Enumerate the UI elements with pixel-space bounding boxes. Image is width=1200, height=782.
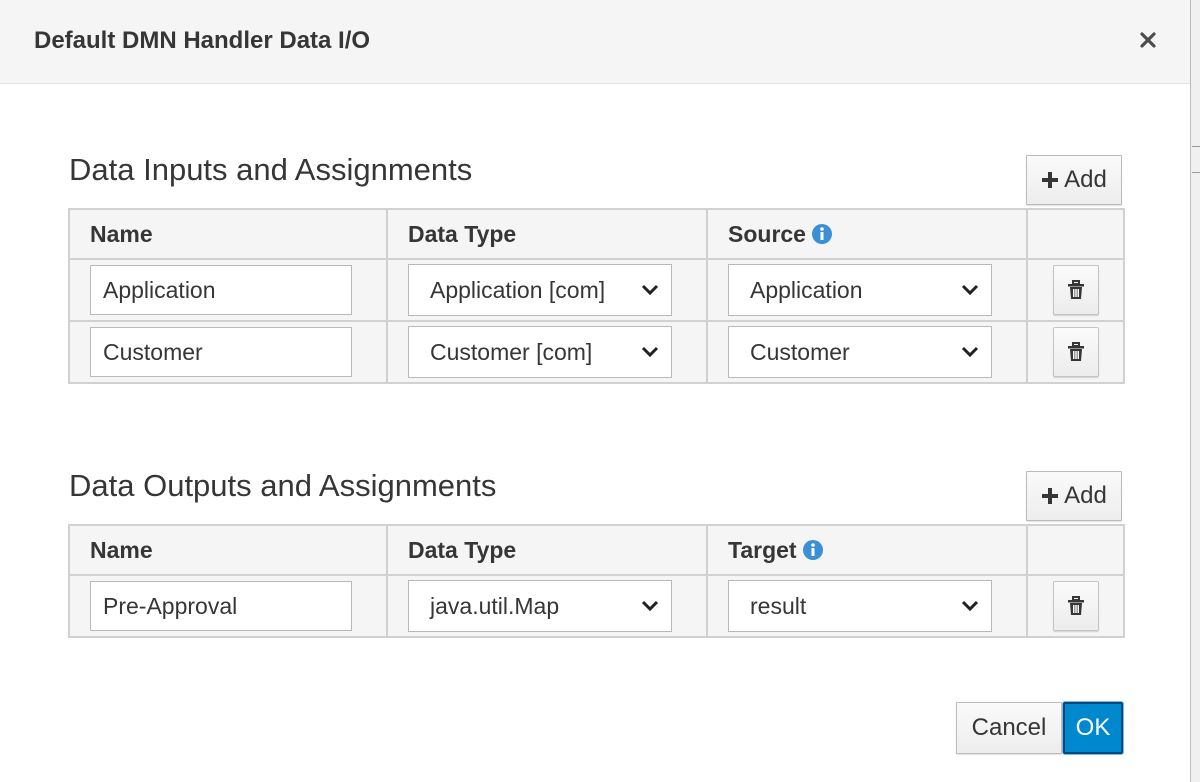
inputs-section-title: Data Inputs and Assignments xyxy=(69,152,473,187)
table-row: Customer [com] Customer xyxy=(68,320,1125,384)
column-header-actions xyxy=(1026,208,1125,260)
select-value: Application [com] xyxy=(430,276,606,303)
input-source-select[interactable]: Application xyxy=(728,264,992,316)
column-header-name: Name xyxy=(68,524,388,576)
column-header-data-type: Data Type xyxy=(386,208,708,260)
select-value: Customer xyxy=(750,338,850,365)
inputs-table: Name Data Type Source Application [com] … xyxy=(68,208,1125,384)
background-divider xyxy=(1192,172,1200,173)
info-icon[interactable] xyxy=(802,539,823,560)
column-header-target-label: Target xyxy=(728,536,797,563)
column-header-name: Name xyxy=(68,208,388,260)
input-data-type-select[interactable]: Application [com] xyxy=(408,264,672,316)
column-header-source: Source xyxy=(706,208,1028,260)
table-header-row: Name Data Type Target xyxy=(68,524,1125,576)
background-divider xyxy=(1192,146,1200,147)
chevron-down-icon xyxy=(961,284,979,296)
cancel-button[interactable]: Cancel xyxy=(956,702,1062,754)
trash-icon xyxy=(1067,280,1084,299)
delete-row-button[interactable] xyxy=(1052,265,1099,315)
plus-icon xyxy=(1042,172,1059,188)
trash-icon xyxy=(1067,596,1084,615)
outputs-section-title: Data Outputs and Assignments xyxy=(69,468,497,503)
plus-icon xyxy=(1042,488,1059,504)
add-input-label: Add xyxy=(1064,166,1107,193)
table-row: Application [com] Application xyxy=(68,258,1125,322)
select-value: result xyxy=(750,592,807,619)
table-header-row: Name Data Type Source xyxy=(68,208,1125,260)
input-source-select[interactable]: Customer xyxy=(728,326,992,378)
chevron-down-icon xyxy=(641,600,659,612)
output-target-select[interactable]: result xyxy=(728,580,992,632)
column-header-data-type: Data Type xyxy=(386,524,708,576)
dialog-title: Default DMN Handler Data I/O xyxy=(34,27,371,54)
column-header-target: Target xyxy=(706,524,1028,576)
close-icon xyxy=(1140,32,1156,48)
output-data-type-select[interactable]: java.util.Map xyxy=(408,580,672,632)
chevron-down-icon xyxy=(641,346,659,358)
column-header-source-label: Source xyxy=(728,220,806,247)
select-value: Customer [com] xyxy=(430,338,593,365)
chevron-down-icon xyxy=(641,284,659,296)
chevron-down-icon xyxy=(961,600,979,612)
add-input-button[interactable]: Add xyxy=(1026,155,1122,205)
input-name-field[interactable] xyxy=(90,265,352,315)
chevron-down-icon xyxy=(961,346,979,358)
info-icon[interactable] xyxy=(811,223,832,244)
modal-dialog: Default DMN Handler Data I/O Data Inputs… xyxy=(0,0,1191,782)
delete-row-button[interactable] xyxy=(1052,581,1099,631)
ok-button[interactable]: OK xyxy=(1063,702,1123,754)
input-data-type-select[interactable]: Customer [com] xyxy=(408,326,672,378)
outputs-table: Name Data Type Target java.util.Map resu… xyxy=(68,524,1125,638)
input-name-field[interactable] xyxy=(90,327,352,377)
output-name-field[interactable] xyxy=(90,581,352,631)
modal-header: Default DMN Handler Data I/O xyxy=(0,0,1190,84)
close-button[interactable] xyxy=(1136,28,1160,52)
select-value: java.util.Map xyxy=(430,592,560,619)
delete-row-button[interactable] xyxy=(1052,327,1099,377)
add-output-label: Add xyxy=(1064,482,1107,509)
table-row: java.util.Map result xyxy=(68,574,1125,638)
select-value: Application xyxy=(750,276,863,303)
add-output-button[interactable]: Add xyxy=(1026,471,1122,521)
trash-icon xyxy=(1067,342,1084,361)
column-header-actions xyxy=(1026,524,1125,576)
